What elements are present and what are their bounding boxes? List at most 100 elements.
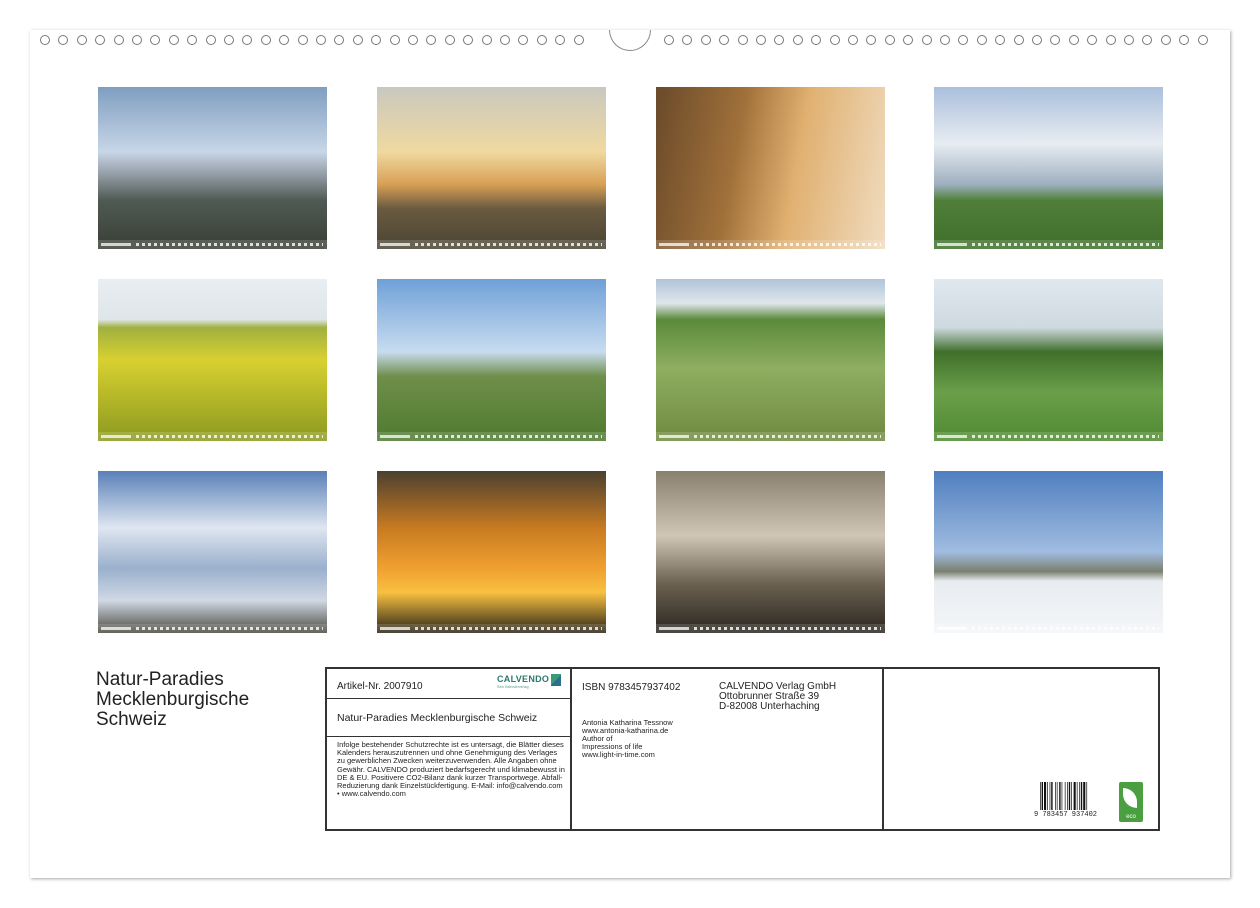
binding-ring <box>774 35 785 45</box>
month-strip <box>656 240 885 249</box>
binding-ring <box>1124 35 1134 45</box>
binding-ring <box>444 35 455 45</box>
month-strip <box>98 432 327 441</box>
day-cells <box>972 627 1159 630</box>
month-label-mark <box>659 435 689 438</box>
thumb-rapeseed-field <box>98 279 327 441</box>
binding-ring <box>408 35 418 45</box>
month-strip <box>377 432 606 441</box>
thumb-sunset-trees <box>377 87 606 249</box>
binding-ring <box>884 35 895 45</box>
barcode-bar <box>1079 782 1080 810</box>
barcode-bar <box>1051 782 1053 810</box>
thumb-dramatic-clouds <box>98 471 327 633</box>
month-strip <box>934 240 1163 249</box>
month-strip <box>656 432 885 441</box>
month-label-mark <box>380 435 410 438</box>
calvendo-logo: CALVENDO Sein Kalenderverlag <box>497 674 561 694</box>
barcode-bar <box>1076 782 1078 810</box>
barcode-bar <box>1068 782 1071 810</box>
barcode-bar <box>1044 782 1047 810</box>
article-row: Artikel-Nr. 2007910 CALVENDO Sein Kalend… <box>327 669 570 699</box>
binding-ring <box>536 35 547 45</box>
barcode-bar <box>1041 782 1043 810</box>
barcode-bar <box>1067 782 1068 810</box>
barcode-bar <box>1086 782 1088 810</box>
day-cells <box>136 435 323 438</box>
thumb-willows <box>377 279 606 441</box>
binding-ring <box>958 35 969 45</box>
binding-ring <box>463 35 474 45</box>
binding-ring <box>500 35 510 45</box>
title-line: Natur-Paradies <box>96 669 224 690</box>
barcode-bar <box>1049 782 1051 810</box>
month-label-mark <box>101 627 131 630</box>
binding-ring <box>150 35 161 45</box>
day-cells <box>972 435 1159 438</box>
binding-ring <box>1068 35 1079 45</box>
month-label-mark <box>101 435 131 438</box>
binding-ring <box>573 35 584 45</box>
binding-ring <box>426 35 437 45</box>
binding-ring <box>168 35 179 45</box>
barcode-bar <box>1064 782 1066 810</box>
binding-ring <box>848 35 858 45</box>
binding-ring <box>187 35 198 45</box>
subtitle-row: Natur-Paradies Mecklenburgische Schweiz <box>327 699 570 737</box>
month-strip <box>377 240 606 249</box>
month-strip <box>934 624 1163 633</box>
barcode-bar <box>1059 782 1061 810</box>
barcode-bar <box>1040 782 1041 810</box>
binding-ring <box>940 35 950 45</box>
barcode-bar <box>1047 782 1048 810</box>
isbn: ISBN 9783457937402 <box>582 682 681 693</box>
barcode-bar <box>1083 782 1086 810</box>
binding-ring <box>829 35 840 45</box>
eco-icon: eco <box>1119 782 1143 822</box>
month-strip <box>98 240 327 249</box>
binding-ring <box>334 35 345 45</box>
month-label-mark <box>659 243 689 246</box>
publisher-address: CALVENDO Verlag GmbH Ottobrunner Straße … <box>719 682 836 712</box>
binding-ring <box>1013 35 1024 45</box>
day-cells <box>694 243 881 246</box>
author-info: Antonia Katharina Tessnow www.antonia-ka… <box>582 719 673 759</box>
binding-ring <box>316 35 326 45</box>
binding-ring <box>1050 35 1061 45</box>
publisher-line: D-82008 Unterhaching <box>719 701 820 712</box>
info-box: Artikel-Nr. 2007910 CALVENDO Sein Kalend… <box>325 667 1160 831</box>
barcode-bar <box>1073 782 1076 810</box>
thumb-snowy-field <box>934 471 1163 633</box>
binding-ring <box>76 35 87 45</box>
thumb-orange-sunset <box>377 471 606 633</box>
binding-ring <box>352 35 363 45</box>
binding-ring <box>389 35 400 45</box>
binding-ring <box>719 35 730 45</box>
day-cells <box>136 243 323 246</box>
barcode-bar <box>1056 782 1058 810</box>
month-strip <box>656 624 885 633</box>
month-label-mark <box>101 243 131 246</box>
binding-ring <box>866 35 877 45</box>
leaf-icon <box>1123 788 1137 808</box>
binding-ring <box>205 35 216 45</box>
author-line: www.light-in-time.com <box>582 750 655 759</box>
barcode-bar <box>1071 782 1072 810</box>
thumb-tree-silhouette <box>656 471 885 633</box>
binding-ring <box>737 35 748 45</box>
day-cells <box>972 243 1159 246</box>
month-strip <box>98 624 327 633</box>
binding-ring <box>811 35 822 45</box>
binding-ring <box>664 35 674 45</box>
article-number: Artikel-Nr. 2007910 <box>337 681 423 692</box>
thumb-cloudy-meadow <box>934 87 1163 249</box>
legal-text: Infolge bestehender Schutzrechte ist es … <box>337 740 565 799</box>
thumb-lake-sun <box>98 87 327 249</box>
calendar-title: Natur-Paradies Mecklenburgische Schweiz <box>96 670 249 730</box>
title-line: Schweiz <box>96 709 167 730</box>
month-label-mark <box>937 627 967 630</box>
binding-ring <box>903 35 914 45</box>
month-label-mark <box>380 243 410 246</box>
barcode: 9 783457 937402 <box>1034 782 1100 819</box>
binding-ring <box>113 35 124 45</box>
